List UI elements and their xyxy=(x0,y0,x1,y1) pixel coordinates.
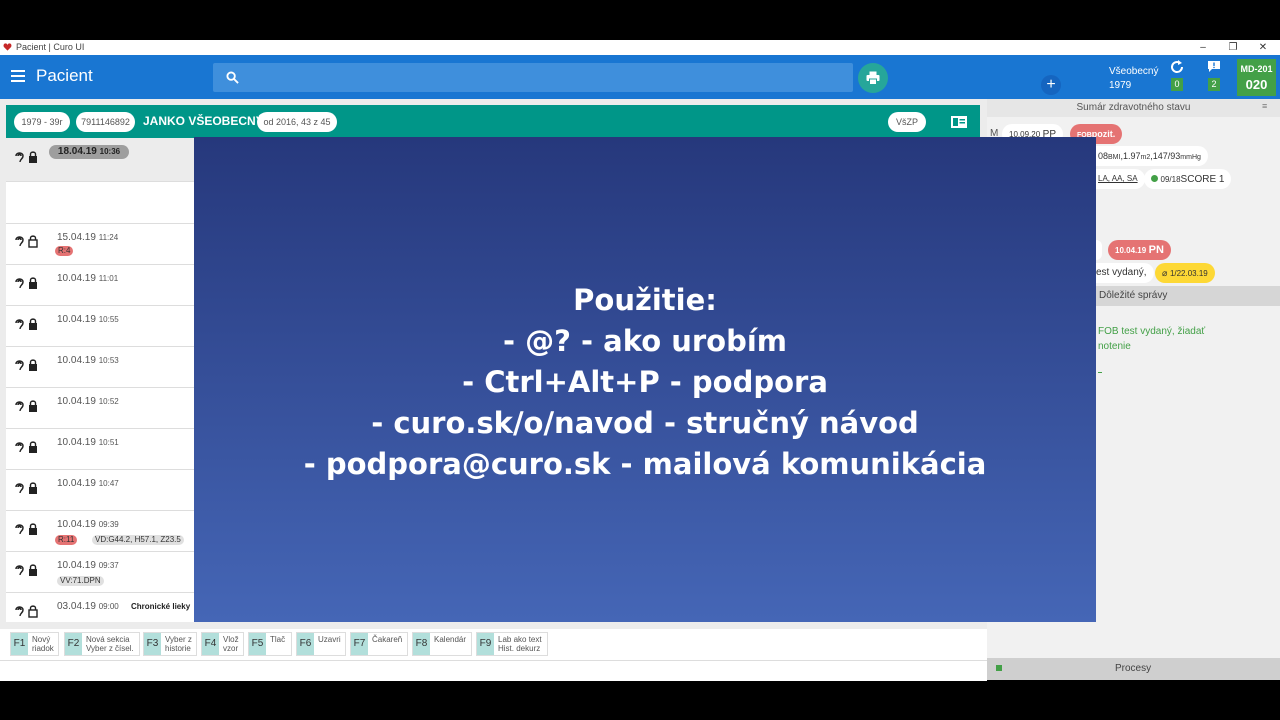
ear-lock-icon xyxy=(15,359,37,371)
chip-fragment xyxy=(1096,240,1102,260)
sync-icon[interactable] xyxy=(1170,60,1184,74)
status-dot-icon xyxy=(1151,175,1158,182)
record-tag: R:11 xyxy=(55,535,78,545)
help-overlay[interactable]: Použitie: - @? - ako urobím - Ctrl+Alt+P… xyxy=(194,137,1096,622)
ear-lock-icon xyxy=(15,235,38,248)
function-key-bar: F1 Nový riadok F2 Nová sekcia Vyber z čísel.… xyxy=(0,629,987,660)
patient-id-chip: 7911146892 xyxy=(76,112,135,132)
help-line: - curo.sk/o/navod - stručný návod xyxy=(371,406,919,440)
summary-header: Sumár zdravotného stavu xyxy=(987,99,1280,117)
hamburger-menu-icon[interactable] xyxy=(11,70,25,82)
important-line-fragment xyxy=(1098,366,1102,373)
app-logo-icon xyxy=(3,43,12,51)
processes-bar[interactable]: Procesy xyxy=(987,658,1280,680)
fkey-button[interactable]: F3 Vyber z historie xyxy=(143,632,197,656)
ear-lock-icon xyxy=(15,400,37,412)
patient-name: JANKO VŠEOBECNÝ xyxy=(143,114,264,128)
status-bar xyxy=(0,660,987,681)
ear-lock-icon xyxy=(15,318,37,330)
list-item[interactable] xyxy=(6,181,194,224)
record-list: 18.04.19 10:36 15.04.19 11:24 R:4 10.04.… xyxy=(6,138,194,622)
help-line: Použitie: xyxy=(573,283,717,317)
list-item[interactable]: 10.04.19 09:39 R:11 VD:G44.2, H57.1, Z23… xyxy=(6,510,194,552)
list-item[interactable]: 10.04.19 10:51 xyxy=(6,428,194,470)
ear-lock-icon xyxy=(15,151,37,163)
record-tag: VV:71.DPN xyxy=(57,576,104,586)
vitals-chip[interactable]: 08BMI,1.97m2,147/93mmHg xyxy=(1091,146,1208,166)
attachment-icon: ⌀ xyxy=(1162,268,1168,278)
card-view-icon[interactable] xyxy=(951,116,967,128)
close-button[interactable]: ✕ xyxy=(1249,40,1277,55)
test-chip[interactable]: est vydaný, xyxy=(1091,263,1154,283)
user-year: 1979 xyxy=(1109,80,1132,91)
message-icon[interactable] xyxy=(1207,60,1221,73)
fkey-button[interactable]: F6 Uzavri xyxy=(296,632,346,656)
list-item[interactable]: 10.04.19 10:47 xyxy=(6,469,194,511)
search-icon xyxy=(226,71,239,84)
record-extra: Chronické lieky xyxy=(131,602,191,611)
patient-header: 1979 - 39r 7911146892 JANKO VŠEOBECNÝ od… xyxy=(6,105,980,138)
help-line: - podpora@curo.sk - mailová komunikácia xyxy=(303,447,987,481)
fkey-button[interactable]: F7 Čakareň xyxy=(350,632,408,656)
status-square-icon xyxy=(996,665,1002,671)
fkey-button[interactable]: F1 Nový riadok xyxy=(10,632,59,656)
help-line: - Ctrl+Alt+P - podpora xyxy=(462,365,828,399)
user-name: Všeobecný xyxy=(1109,66,1159,77)
md-code: MD-201 xyxy=(1240,64,1273,74)
search-bar: + xyxy=(213,63,1061,95)
help-text: Použitie: - @? - ako urobím - Ctrl+Alt+P… xyxy=(194,280,1096,485)
list-item[interactable]: 18.04.19 10:36 xyxy=(6,138,194,182)
record-tag: R:4 xyxy=(55,246,74,256)
ear-lock-icon xyxy=(15,482,37,494)
allergy-chip[interactable]: LA, AA, SA xyxy=(1091,169,1145,189)
maximize-button[interactable]: ❐ xyxy=(1219,40,1247,55)
fkey-button[interactable]: F5 Tlač xyxy=(248,632,292,656)
search-input[interactable] xyxy=(247,67,831,89)
list-item[interactable]: 10.04.19 10:55 xyxy=(6,305,194,347)
page-title: Pacient xyxy=(36,66,93,85)
list-item[interactable]: 03.04.19 09:00 Chronické lieky xyxy=(6,592,194,622)
patient-birth-chip: 1979 - 39r xyxy=(14,112,70,132)
processes-label: Procesy xyxy=(1115,663,1152,674)
important-line[interactable]: FOB test vydaný, žiadať xyxy=(1098,326,1205,337)
important-line[interactable]: notenie xyxy=(1098,341,1131,352)
ear-lock-icon xyxy=(15,277,37,289)
list-item[interactable]: 10.04.19 10:53 xyxy=(6,346,194,388)
message-count-badge: 2 xyxy=(1208,78,1220,91)
help-line: - @? - ako urobím xyxy=(502,324,788,358)
add-button[interactable]: + xyxy=(1041,75,1061,95)
patient-since-chip: od 2016, 43 z 45 xyxy=(257,112,337,132)
md-indicator[interactable]: MD-201 020 xyxy=(1237,59,1276,96)
pn-chip[interactable]: 10.04.19 PN xyxy=(1108,240,1171,260)
minimize-button[interactable]: – xyxy=(1189,40,1217,55)
fkey-button[interactable]: F9 Lab ako text Hist. dekurz xyxy=(476,632,548,656)
fkey-button[interactable]: F2 Nová sekcia Vyber z čísel. xyxy=(64,632,140,656)
score-chip[interactable]: 09/18SCORE 1 xyxy=(1144,169,1232,189)
panel-menu-icon[interactable]: ≡ xyxy=(1262,101,1267,111)
insurer-chip[interactable]: VšZP xyxy=(888,112,926,132)
window-titlebar: Pacient | Curo UI – ❐ ✕ xyxy=(0,40,1280,55)
selected-date-chip: 18.04.19 10:36 xyxy=(49,145,129,159)
yellow-chip[interactable]: ⌀ 1/22.03.19 xyxy=(1155,263,1215,283)
fkey-button[interactable]: F8 Kalendár xyxy=(412,632,472,656)
print-button[interactable] xyxy=(858,63,888,93)
app-bar: Pacient + Všeobecný 1979 0 2 MD-201 020 xyxy=(0,55,1280,99)
md-number: 020 xyxy=(1245,77,1268,92)
list-item[interactable]: 15.04.19 11:24 R:4 xyxy=(6,223,194,265)
diagnosis-tag: VD:G44.2, H57.1, Z23.5 xyxy=(92,535,184,545)
list-item[interactable]: 10.04.19 09:37 VV:71.DPN xyxy=(6,551,194,593)
ear-lock-icon xyxy=(15,523,37,535)
list-item[interactable]: 10.04.19 10:52 xyxy=(6,387,194,429)
fkey-button[interactable]: F4 Vlož vzor xyxy=(201,632,244,656)
window-title: Pacient | Curo UI xyxy=(16,42,85,52)
sync-count-badge: 0 xyxy=(1171,78,1183,91)
ear-lock-icon xyxy=(15,441,37,453)
ear-lock-icon xyxy=(15,564,37,576)
list-item[interactable]: 10.04.19 11:01 xyxy=(6,264,194,306)
printer-icon xyxy=(866,71,880,85)
ear-lock-icon xyxy=(15,605,38,618)
